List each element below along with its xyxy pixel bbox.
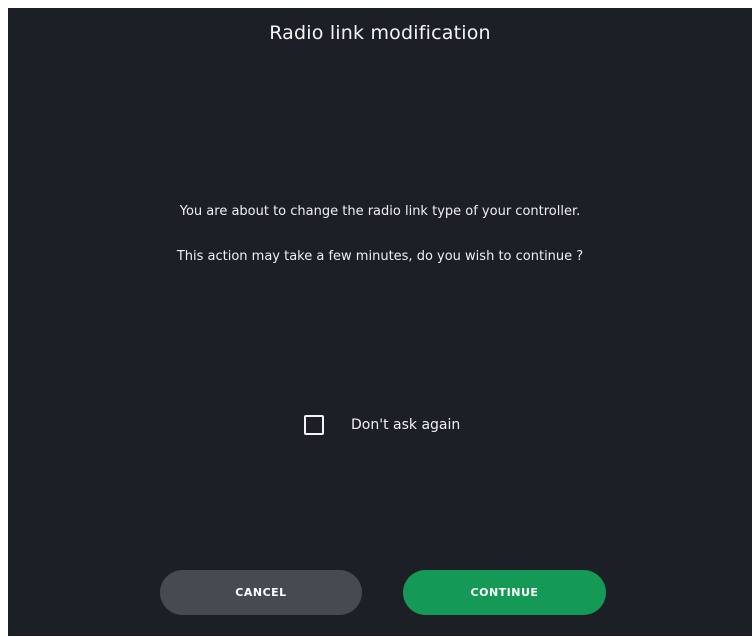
cancel-button[interactable]: CANCEL (160, 570, 362, 615)
radio-link-dialog: Radio link modification You are about to… (8, 8, 752, 636)
dialog-message-line-2: This action may take a few minutes, do y… (176, 249, 584, 264)
dialog-title: Radio link modification (269, 22, 491, 44)
continue-button[interactable]: CONTINUE (403, 570, 606, 615)
dont-ask-again-checkbox[interactable] (304, 415, 324, 435)
dialog-message-line-1: You are about to change the radio link t… (179, 204, 581, 219)
dont-ask-again-option[interactable]: Don't ask again (304, 414, 460, 436)
dont-ask-again-label: Don't ask again (351, 417, 461, 433)
